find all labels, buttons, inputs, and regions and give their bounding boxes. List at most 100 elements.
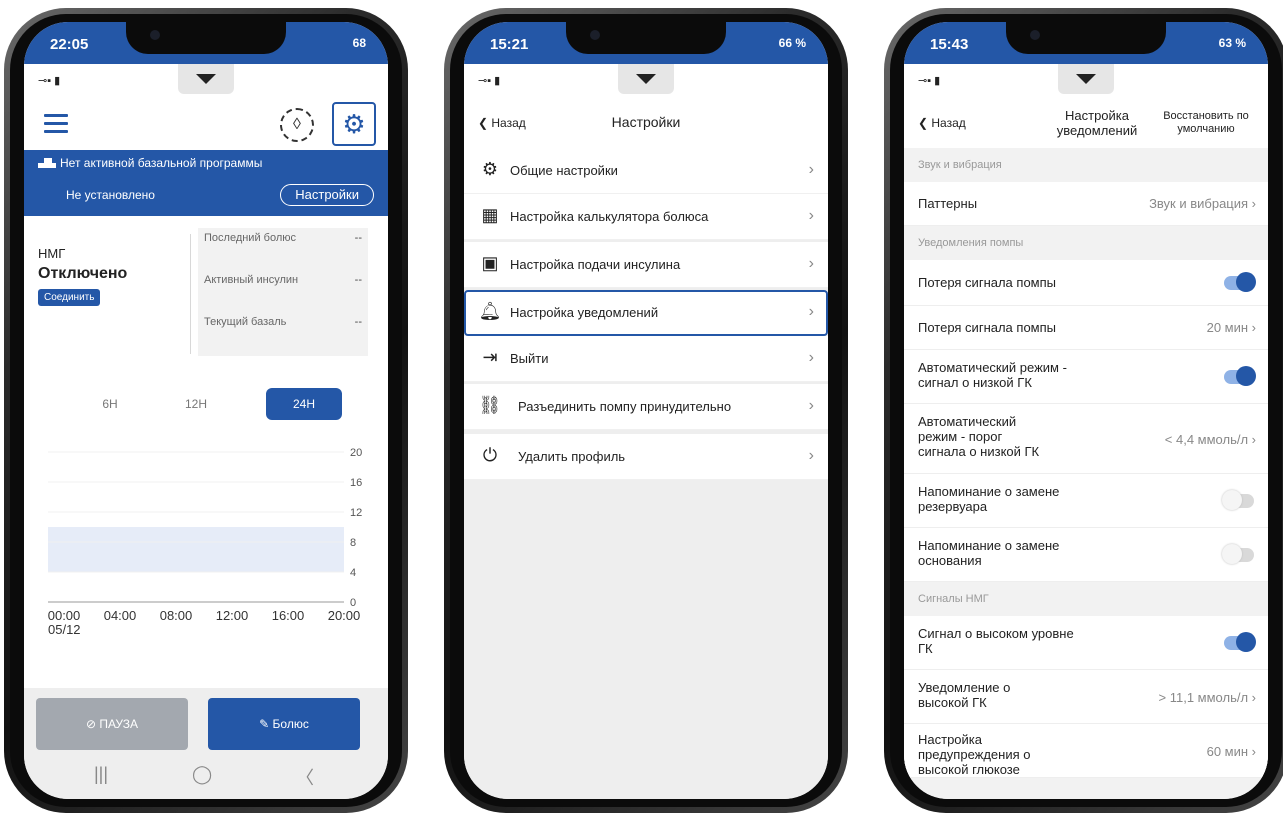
notch [1006, 22, 1166, 54]
menu-label: Удалить профиль [518, 449, 626, 464]
y-tick-label: 20 [350, 447, 362, 459]
hamburger-icon[interactable] [44, 114, 68, 134]
power-icon: ⏻ [482, 445, 498, 465]
back-button[interactable]: ❮ Назад [918, 116, 966, 130]
basal-settings-button[interactable]: Настройки [280, 184, 374, 206]
toggle-switch[interactable] [1224, 272, 1256, 292]
x-date-label: 05/12 [48, 622, 81, 637]
battery-level: 68 [352, 36, 366, 50]
range-6h[interactable]: 6H [72, 388, 148, 420]
page-title: Настройки [611, 114, 681, 130]
toggle-switch[interactable] [1222, 544, 1254, 564]
pull-down-tab[interactable] [618, 64, 674, 94]
row-auto-low-alert: Автоматический режим - сигнал о низкой Г… [904, 350, 1268, 404]
menu-label: Разъединить помпу принудительно [518, 399, 732, 414]
chevron-left-icon: ❮ [918, 116, 932, 130]
chevron-right-icon: › [808, 349, 814, 366]
menu-label: Настройка подачи инсулина [510, 257, 681, 272]
home-icon[interactable]: ◯ [192, 764, 212, 785]
vial-icon: ▣ [481, 253, 499, 273]
menu-label: Общие настройки [510, 163, 618, 178]
row-high-glucose-alert: Сигнал о высоком уровне ГК [904, 616, 1268, 670]
pause-label: ПАУЗА [99, 717, 139, 731]
menu-item-force-unlink[interactable]: ⛓ Разъединить помпу принудительно › [464, 384, 828, 430]
phone-1-screen: 22:05 68 ⊸▪ ▮ ◊ ⚙ Нет активной базальной… [24, 22, 388, 799]
pull-bar: ⊸▪ ▮ [904, 64, 1268, 100]
menu-item-bolus-calc[interactable]: ▦ Настройка калькулятора болюса › [464, 194, 828, 240]
row-label: Паттерны [918, 196, 978, 211]
phone-3-screen: 15:43 63 % ⊸▪ ▮ ❮ Назад Настройка уведом… [904, 22, 1268, 799]
range-24h[interactable]: 24H [266, 388, 342, 420]
pump-battery-icon: ⊸▪ ▮ [478, 75, 501, 87]
back-label: Назад [931, 116, 966, 130]
app-header: ◊ ⚙ [24, 100, 388, 150]
row-label: Автоматический режим - сигнал о низкой Г… [918, 360, 1067, 390]
status-time: 15:21 [490, 36, 529, 53]
target-range-band [48, 527, 344, 572]
menu-item-logout[interactable]: ⇥ Выйти › [464, 336, 828, 382]
basal-status: Не установлено [66, 188, 155, 202]
section-pump: Уведомления помпы [904, 226, 1268, 260]
row-value: Звук и вибрация › [1149, 196, 1256, 211]
stat-value: -- [354, 232, 362, 244]
stat-current-basal: Текущий базаль -- [198, 312, 368, 356]
toggle-switch[interactable] [1224, 632, 1256, 652]
chevron-right-icon: › [808, 397, 814, 414]
row-high-glucose-notification[interactable]: Уведомление о высокой ГК > 11,1 ммоль/л › [904, 670, 1268, 724]
cgm-label: НМГ [38, 246, 66, 261]
phone-2-screen: 15:21 66 % ⊸▪ ▮ ❮ Назад Настройки ⚙ Общие… [464, 22, 828, 799]
row-auto-low-threshold[interactable]: Автоматический режим - порог сигнала о н… [904, 404, 1268, 474]
stat-label: Текущий базаль [204, 316, 287, 328]
camera-icon [150, 30, 160, 40]
x-tick-label: 00:00 [48, 608, 80, 623]
stat-label: Последний болюс [204, 232, 297, 244]
row-patterns[interactable]: Паттерны Звук и вибрация › [904, 182, 1268, 226]
pull-down-tab[interactable] [178, 64, 234, 94]
toggle-switch[interactable] [1222, 490, 1254, 510]
drop-icon[interactable]: ◊ [280, 108, 314, 142]
menu-item-general[interactable]: ⚙ Общие настройки › [464, 148, 828, 194]
divider [190, 234, 191, 354]
menu-item-insulin-delivery[interactable]: ▣ Настройка подачи инсулина › [464, 242, 828, 288]
row-high-glucose-warning[interactable]: Настройка предупреждения о высокой глюко… [904, 724, 1268, 778]
x-tick-label: 20:00 [328, 608, 361, 623]
range-12h[interactable]: 12H [158, 388, 234, 420]
settings-button[interactable]: ⚙ [332, 102, 376, 146]
nav-header: ❮ Назад Настройка уведомлений Восстанови… [904, 100, 1268, 148]
row-value: 20 мин › [1206, 320, 1256, 335]
back-icon[interactable]: 〈 [296, 764, 314, 790]
connect-button[interactable]: Соединить [38, 289, 101, 306]
x-tick-label: 12:00 [216, 608, 249, 623]
restore-defaults-button[interactable]: Восстановить по умолчанию [1156, 110, 1256, 136]
bolus-button[interactable]: ✎ Болюс [208, 698, 360, 750]
page-title: Настройка уведомлений [1056, 108, 1138, 138]
notch [126, 22, 286, 54]
pause-button[interactable]: ⊘ ПАУЗА [36, 698, 188, 750]
row-label: Настройка предупреждения о высокой глюко… [918, 732, 1031, 777]
row-base-reminder: Напоминание о замене основания [904, 528, 1268, 582]
battery-level: 63 % [1218, 36, 1246, 50]
x-tick-label: 04:00 [104, 608, 137, 623]
notch [566, 22, 726, 54]
menu-label: Настройка уведомлений [510, 305, 659, 320]
row-label: Напоминание о замене резервуара [918, 484, 1060, 514]
calculator-icon: ▦ [481, 205, 499, 225]
pump-battery-icon: ⊸▪ ▮ [918, 75, 941, 87]
recent-apps-icon[interactable]: ||| [94, 764, 108, 785]
menu-item-notifications[interactable]: 🔔︎ Настройка уведомлений › [464, 290, 828, 336]
row-pump-signal-loss-time[interactable]: Потеря сигнала помпы 20 мин › [904, 306, 1268, 350]
nav-header: ❮ Назад Настройки [464, 100, 828, 148]
chevron-right-icon: › [808, 161, 814, 178]
menu-item-delete-profile[interactable]: ⏻ Удалить профиль › [464, 434, 828, 480]
basal-icon [38, 158, 56, 168]
y-tick-label: 16 [350, 477, 362, 489]
toggle-switch[interactable] [1224, 366, 1256, 386]
camera-icon [590, 30, 600, 40]
x-tick-label: 08:00 [160, 608, 193, 623]
cgm-state: Отключено [38, 265, 128, 282]
row-reservoir-reminder: Напоминание о замене резервуара [904, 474, 1268, 528]
pull-down-tab[interactable] [1058, 64, 1114, 94]
menu-label: Выйти [510, 351, 549, 366]
stat-label: Активный инсулин [204, 274, 299, 286]
pause-icon: ⊘ [85, 717, 100, 731]
